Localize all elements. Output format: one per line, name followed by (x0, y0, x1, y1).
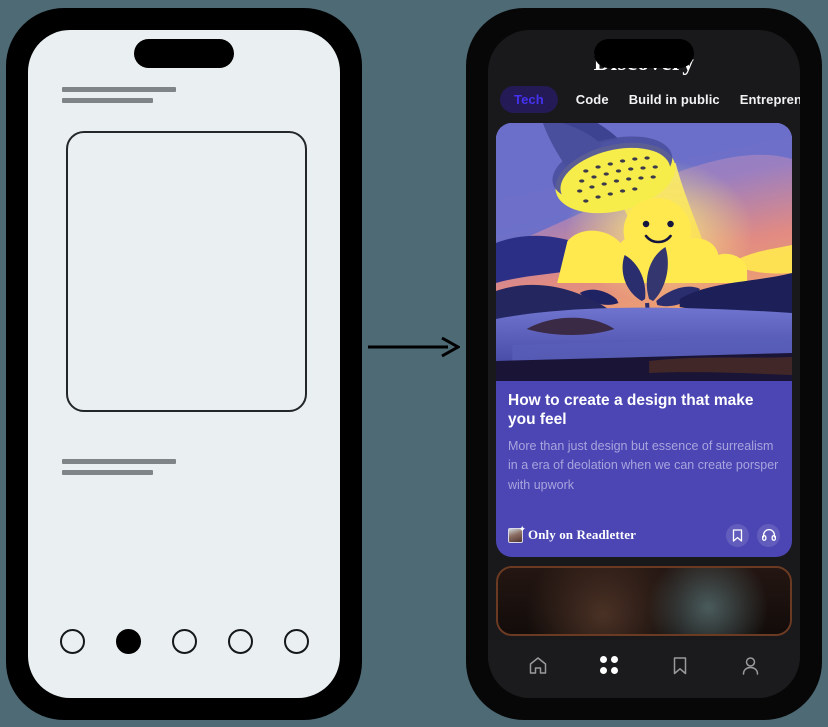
article-card-footer: ✦ Only on Readletter (496, 513, 792, 557)
featured-article-card[interactable]: How to create a design that make you fee… (496, 123, 792, 557)
avatar: ✦ (508, 523, 526, 543)
nav-item-discover[interactable] (587, 648, 631, 682)
category-tab-bar[interactable]: Tech Code Build in public Entreprenourhs… (488, 80, 800, 123)
placeholder-line-top-long (62, 87, 176, 92)
bottom-navigation-bar[interactable] (488, 640, 800, 698)
nav-item-saved[interactable] (658, 648, 702, 682)
listen-button[interactable] (757, 523, 780, 547)
canvas: Discovery Tech Code Build in public Entr… (0, 0, 828, 727)
wireframe-phone-screen (28, 30, 340, 698)
placeholder-dot-2-filled (115, 629, 141, 654)
placeholder-content-box (66, 131, 307, 412)
transform-arrow-icon (368, 336, 460, 358)
exclusive-badge: ✦ Only on Readletter (508, 523, 636, 543)
dynamic-island-notch (134, 39, 234, 68)
article-title: How to create a design that make you fee… (508, 392, 754, 429)
nav-item-home[interactable] (516, 648, 560, 682)
tab-build-in-public[interactable]: Build in public (627, 86, 722, 113)
app-phone-frame: Discovery Tech Code Build in public Entr… (466, 8, 822, 720)
bookmark-button[interactable] (726, 523, 749, 547)
article-text-block: How to create a design that make you fee… (496, 381, 792, 495)
wireframe-phone-frame (6, 8, 362, 720)
bookmark-icon (673, 656, 686, 674)
placeholder-line-bottom-long (62, 459, 176, 464)
card-action-buttons[interactable] (726, 523, 780, 547)
tab-tech[interactable]: Tech (500, 86, 558, 113)
placeholder-line-bottom-short (62, 470, 153, 475)
placeholder-dot-row (28, 629, 340, 654)
dynamic-island-notch (594, 39, 694, 68)
home-icon (529, 656, 546, 674)
tab-code[interactable]: Code (574, 86, 611, 113)
person-icon (742, 656, 759, 675)
app-phone-screen: Discovery Tech Code Build in public Entr… (488, 30, 800, 698)
bookmark-icon (732, 528, 743, 542)
placeholder-dot-5 (283, 629, 309, 654)
nav-item-profile[interactable] (729, 648, 773, 682)
exclusive-label: Only on Readletter (528, 527, 636, 542)
placeholder-dot-1 (59, 629, 85, 654)
headphones-icon (761, 529, 776, 541)
placeholder-dot-3 (171, 629, 197, 654)
article-subtitle: More than just design but essence of sur… (508, 438, 779, 492)
second-article-card[interactable] (496, 566, 792, 636)
sparkle-icon: ✦ (518, 523, 526, 534)
dark-photo-thumbnail (498, 568, 790, 634)
article-feed[interactable]: How to create a design that make you fee… (488, 123, 800, 640)
placeholder-dot-4 (227, 629, 253, 654)
grid-dots-icon (599, 656, 618, 674)
tab-entrepreneurship[interactable]: Entreprenourhsi (738, 86, 800, 113)
watering-can-plant-illustration (496, 123, 792, 381)
placeholder-line-top-short (62, 98, 153, 103)
